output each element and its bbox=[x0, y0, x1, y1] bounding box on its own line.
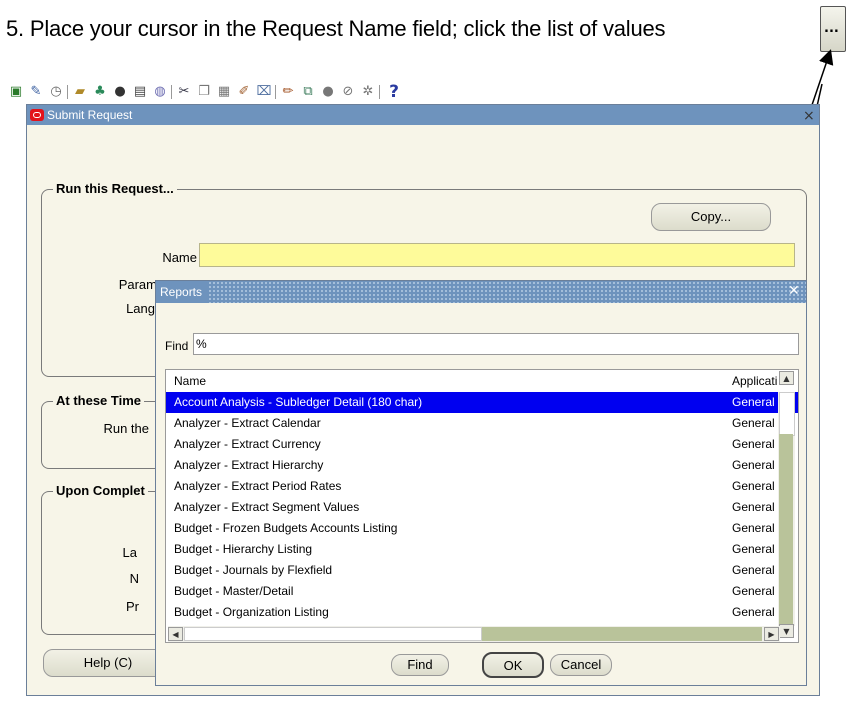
report-name: Analyzer - Extract Hierarchy bbox=[174, 458, 324, 472]
report-name: Budget - Hierarchy Listing bbox=[174, 542, 313, 556]
report-application: General bbox=[732, 479, 775, 493]
report-application: General bbox=[732, 563, 775, 577]
scroll-down-icon[interactable]: ▼ bbox=[779, 624, 794, 638]
report-application: General bbox=[732, 437, 775, 451]
request-name-field[interactable] bbox=[199, 243, 795, 267]
list-item[interactable]: Analyzer - Extract Hierarchy General bbox=[166, 455, 798, 476]
scroll-up-icon[interactable]: ▲ bbox=[779, 371, 794, 385]
record-icon[interactable]: ● bbox=[320, 84, 336, 100]
layout-label: La bbox=[122, 545, 137, 560]
report-application: General bbox=[732, 521, 775, 535]
hscroll-track[interactable] bbox=[482, 627, 762, 641]
report-name: Analyzer - Extract Calendar bbox=[174, 416, 321, 430]
list-item[interactable]: Analyzer - Extract Period Rates General bbox=[166, 476, 798, 497]
reports-title-bar: Reports ✕ bbox=[156, 281, 806, 303]
scroll-track[interactable] bbox=[779, 434, 793, 624]
language-label: Lang bbox=[126, 301, 155, 316]
report-application: General bbox=[732, 416, 775, 430]
window-title: Submit Request bbox=[47, 108, 133, 122]
reports-title: Reports bbox=[156, 281, 209, 303]
folder-icon[interactable]: ▰ bbox=[72, 84, 88, 100]
list-item[interactable]: Budget - Hierarchy Listing General bbox=[166, 539, 798, 560]
list-item[interactable]: Analyzer - Extract Calendar General bbox=[166, 413, 798, 434]
find-input[interactable]: % bbox=[193, 333, 799, 355]
copy-icon[interactable]: ❐ bbox=[196, 84, 212, 100]
list-item[interactable]: Analyzer - Extract Segment Values General bbox=[166, 497, 798, 518]
oracle-logo-icon bbox=[30, 109, 44, 121]
copy-button[interactable]: Copy... bbox=[651, 203, 771, 231]
run-the-job-label: Run the bbox=[103, 421, 149, 436]
report-application: General bbox=[732, 584, 775, 598]
toolbar-separator bbox=[379, 85, 380, 99]
ok-button[interactable]: OK bbox=[482, 652, 544, 678]
report-application: General bbox=[732, 458, 775, 472]
list-of-values-icon: ... bbox=[820, 6, 846, 52]
scroll-thumb[interactable] bbox=[779, 392, 795, 436]
clear-icon[interactable]: ⌧ bbox=[256, 84, 272, 100]
pen-icon[interactable]: ✎ bbox=[28, 84, 44, 100]
globe-icon[interactable]: ◍ bbox=[152, 84, 168, 100]
report-application: General bbox=[732, 605, 775, 619]
parameters-label: Param bbox=[118, 277, 157, 292]
cancel-button[interactable]: Cancel bbox=[550, 654, 612, 676]
list-header: Name Applicati bbox=[166, 370, 798, 393]
report-application: General bbox=[732, 542, 775, 556]
translate-icon[interactable]: ⧉ bbox=[300, 84, 316, 100]
binoculars-icon[interactable]: ● bbox=[112, 84, 128, 100]
close-icon[interactable]: ✕ bbox=[788, 283, 800, 299]
report-name: Budget - Journals by Flexfield bbox=[174, 563, 333, 577]
ellipsis-glyph: ... bbox=[824, 21, 839, 36]
name-label: Name bbox=[162, 250, 197, 265]
vertical-scrollbar[interactable]: ▲ ▼ bbox=[778, 371, 795, 638]
print-to-label: Pr bbox=[126, 599, 139, 614]
report-name: Analyzer - Extract Segment Values bbox=[174, 500, 360, 514]
edit-field-icon[interactable]: ✐ bbox=[236, 84, 252, 100]
window-title-bar: Submit Request × bbox=[27, 105, 819, 125]
folder-tools-icon[interactable]: ✲ bbox=[360, 84, 376, 100]
report-name: Budget - Master/Detail bbox=[174, 584, 294, 598]
list-item[interactable]: Budget - Organization Listing General bbox=[166, 602, 798, 623]
tree-icon[interactable]: ♣ bbox=[92, 84, 108, 100]
clock-icon[interactable]: ◷ bbox=[48, 84, 64, 100]
help-button[interactable]: Help (C) bbox=[43, 649, 173, 677]
report-application: General bbox=[732, 500, 775, 514]
report-name: Budget - Organization Listing bbox=[174, 605, 329, 619]
horizontal-scrollbar[interactable]: ◀ ▶ bbox=[168, 626, 780, 642]
close-icon[interactable]: × bbox=[803, 106, 815, 126]
report-name: Analyzer - Extract Period Rates bbox=[174, 479, 342, 493]
new-icon[interactable]: ▣ bbox=[8, 84, 24, 100]
paste-icon[interactable]: ▦ bbox=[216, 84, 232, 100]
scroll-right-icon[interactable]: ▶ bbox=[764, 627, 779, 641]
notify-label: N bbox=[129, 571, 139, 586]
list-item[interactable]: Account Analysis - Subledger Detail (180… bbox=[166, 392, 798, 413]
instruction-text: 5. Place your cursor in the Request Name… bbox=[6, 16, 666, 41]
schedule-group-label: At these Time bbox=[53, 393, 145, 408]
completion-group-label: Upon Complet bbox=[53, 483, 148, 498]
scroll-left-icon[interactable]: ◀ bbox=[168, 627, 183, 641]
list-item[interactable]: Budget - Journals by Flexfield General bbox=[166, 560, 798, 581]
report-name: Account Analysis - Subledger Detail (180… bbox=[174, 395, 423, 409]
attachment-icon[interactable]: ⊘ bbox=[340, 84, 356, 100]
report-name: Budget - Frozen Budgets Accounts Listing bbox=[174, 521, 398, 535]
column-header-application[interactable]: Applicati bbox=[732, 370, 777, 392]
reports-dialog: Reports ✕ Find % Name Applicati Account … bbox=[155, 280, 807, 686]
report-application: General bbox=[732, 395, 775, 409]
toolbar-separator bbox=[275, 85, 276, 99]
run-request-group-label: Run this Request... bbox=[53, 181, 177, 196]
toolbar-separator bbox=[171, 85, 172, 99]
list-item[interactable]: Budget - Master/Detail General bbox=[166, 581, 798, 602]
column-header-name[interactable]: Name bbox=[174, 370, 206, 392]
help-icon[interactable]: ? bbox=[386, 84, 402, 101]
hscroll-thumb[interactable] bbox=[184, 627, 482, 641]
scissors-icon[interactable]: ✂ bbox=[176, 84, 192, 100]
find-label: Find bbox=[165, 339, 189, 353]
toolbar-separator bbox=[67, 85, 68, 99]
printer-icon[interactable]: ▤ bbox=[132, 84, 148, 100]
report-name: Analyzer - Extract Currency bbox=[174, 437, 321, 451]
pencil-icon[interactable]: ✏ bbox=[280, 84, 296, 100]
reports-list: Name Applicati Account Analysis - Subled… bbox=[165, 369, 799, 643]
list-item[interactable]: Analyzer - Extract Currency General bbox=[166, 434, 798, 455]
find-button[interactable]: Find bbox=[391, 654, 449, 676]
list-item[interactable]: Budget - Frozen Budgets Accounts Listing… bbox=[166, 518, 798, 539]
